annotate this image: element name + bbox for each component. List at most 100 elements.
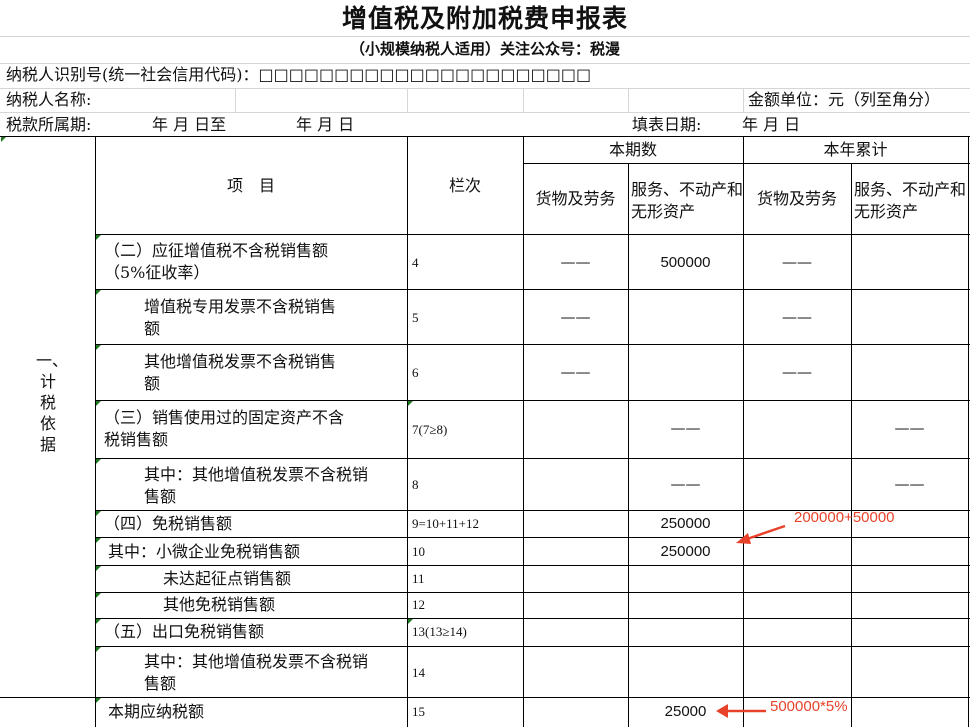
table-border — [95, 458, 970, 459]
cell-note-marker — [96, 401, 101, 406]
annotation-note-2: 500000*5% — [770, 698, 848, 715]
cell-note-marker — [96, 698, 101, 703]
row-6-c3: —— — [782, 363, 812, 381]
cell-note-marker — [96, 593, 101, 598]
row-9-c2[interactable]: 250000 — [628, 516, 743, 531]
table-border — [523, 136, 524, 727]
section-label-tax-basis: 一、计税依据 — [36, 351, 69, 454]
cell-note-marker — [96, 647, 101, 652]
table-border — [95, 289, 970, 290]
row-15-lane: 15 — [412, 704, 425, 719]
row-4-c2[interactable]: 500000 — [628, 255, 743, 270]
row-7-item: （三）销售使用过的固定资产不含税销售额 — [104, 408, 345, 449]
header-services-realestate: 服务、不动产和无形资产 — [631, 180, 744, 221]
row-10-item: 其中：小微企业免税销售额 — [108, 542, 301, 561]
header-goods-services: 货物及劳务 — [535, 189, 616, 208]
header-item: 项 目 — [226, 176, 275, 195]
cell-note-marker — [408, 619, 413, 624]
row-7-c2: —— — [670, 419, 701, 437]
tax-period-value: 年 月 日至 — [152, 115, 227, 134]
table-border — [95, 618, 970, 619]
row-6-c1: —— — [560, 363, 591, 381]
row-6-item: 其他增值税发票不含税销售额 — [144, 352, 337, 393]
taxpayer-name-label: 纳税人名称: — [6, 90, 92, 109]
cell-note-marker — [96, 345, 101, 350]
row-9-item: （四）免税销售额 — [104, 514, 233, 533]
form-subtitle: （小规模纳税人适用）关注公众号：税漫 — [349, 40, 620, 58]
row-13-lane: 13(13≥14) — [412, 624, 467, 639]
row-8-c4: —— — [894, 475, 925, 493]
grid-line — [743, 88, 744, 112]
cell-note-marker — [96, 619, 101, 624]
row-5-lane: 5 — [412, 310, 419, 325]
row-6-lane: 6 — [412, 365, 419, 380]
table-border — [968, 136, 969, 727]
row-12-item: 其他免税销售额 — [163, 595, 276, 614]
grid-line — [523, 88, 524, 112]
cell-note-marker — [96, 566, 101, 571]
table-border — [95, 234, 970, 235]
table-border — [407, 136, 408, 727]
fill-date-value: 年 月 日 — [742, 115, 801, 134]
header-year-total: 本年累计 — [823, 140, 888, 159]
cell-note-marker — [96, 459, 101, 464]
cell-note-marker — [96, 511, 101, 516]
cell-note-marker — [96, 538, 101, 543]
table-border — [95, 136, 96, 727]
cell-note-marker — [96, 290, 101, 295]
table-border — [95, 646, 970, 647]
grid-line — [235, 88, 236, 112]
fill-date-label: 填表日期: — [632, 115, 702, 134]
table-border — [851, 163, 852, 727]
table-border — [628, 163, 629, 727]
row-4-c3: —— — [782, 253, 812, 271]
table-border — [743, 136, 744, 727]
table-border — [95, 592, 970, 593]
cell-note-marker — [1, 137, 6, 142]
header-goods-services-year: 货物及劳务 — [756, 189, 837, 208]
form-title: 增值税及附加税费申报表 — [341, 4, 628, 33]
grid-line — [628, 88, 629, 112]
header-current-period: 本期数 — [608, 140, 657, 159]
table-border — [95, 537, 970, 538]
grid-line — [0, 36, 970, 37]
tax-period-value-end: 年 月 日 — [296, 115, 355, 134]
row-8-lane: 8 — [412, 477, 419, 492]
row-11-lane: 11 — [412, 571, 425, 586]
table-border — [0, 136, 970, 137]
row-14-lane: 14 — [412, 665, 425, 680]
row-7-lane: 7(7≥8) — [412, 422, 448, 437]
row-15-item: 本期应纳税额 — [108, 702, 205, 721]
table-border — [95, 400, 970, 401]
grid-line — [0, 63, 970, 64]
row-8-item: 其中：其他增值税发票不含税销售额 — [144, 465, 369, 506]
annotation-note-1: 200000+50000 — [794, 509, 895, 526]
row-11-item: 未达起征点销售额 — [163, 569, 292, 588]
row-14-item: 其中：其他增值税发票不含税销售额 — [144, 652, 369, 693]
row-8-c2: —— — [670, 475, 701, 493]
header-lane: 栏次 — [448, 176, 481, 195]
amount-unit-label: 金额单位：元（列至角分） — [748, 90, 941, 109]
row-4-lane: 4 — [412, 255, 419, 270]
tax-period-label: 税款所属期: — [6, 115, 92, 134]
taxpayer-id-label: 纳税人识别号(统一社会信用代码)：□□□□□□□□□□□□□□□□□□□□□□ — [6, 65, 592, 84]
row-12-lane: 12 — [412, 597, 425, 612]
table-border — [95, 565, 970, 566]
row-10-lane: 10 — [412, 544, 425, 559]
grid-line — [0, 88, 970, 89]
row-10-c2[interactable]: 250000 — [628, 544, 743, 559]
cell-note-marker — [96, 235, 101, 240]
row-4-item: （二）应征增值税不含税销售额（5%征收率） — [104, 241, 329, 282]
grid-line — [407, 88, 408, 112]
table-border — [95, 344, 970, 345]
row-5-c1: —— — [560, 308, 591, 326]
row-5-c3: —— — [782, 308, 812, 326]
row-7-c4: —— — [894, 419, 925, 437]
cell-note-marker — [408, 401, 413, 406]
table-border — [523, 163, 970, 164]
header-services-realestate-year: 服务、不动产和无形资产 — [854, 180, 967, 221]
annotation-arrow-icon — [716, 704, 766, 718]
grid-line — [0, 112, 970, 113]
row-5-item: 增值税专用发票不含税销售额 — [144, 297, 337, 338]
row-13-item: （五）出口免税销售额 — [104, 622, 265, 641]
